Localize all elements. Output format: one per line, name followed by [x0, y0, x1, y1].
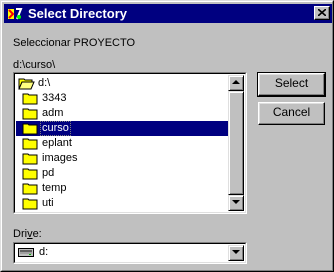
drive-select[interactable]: d:	[13, 242, 247, 264]
tree-item-curso[interactable]: curso	[16, 121, 228, 136]
drive-value-text: d:	[39, 246, 49, 258]
drive-label-prefix: Dri	[13, 228, 28, 240]
scroll-down-button[interactable]	[228, 195, 244, 211]
vertical-scrollbar[interactable]	[228, 75, 244, 211]
tree-item-pd[interactable]: pd	[22, 166, 55, 181]
chevron-down-icon	[232, 250, 240, 254]
directory-tree: d:\ 3343 adm curso eplant images pd temp…	[16, 75, 228, 211]
title-bar[interactable]: Select Directory	[4, 4, 332, 23]
tree-item-eplant[interactable]: eplant	[22, 136, 73, 151]
folder-icon	[22, 168, 38, 180]
tree-item-temp[interactable]: temp	[22, 181, 67, 196]
close-button[interactable]	[314, 6, 330, 20]
tree-item-label: pd	[42, 167, 55, 179]
folder-icon	[22, 108, 38, 120]
tree-item-label: eplant	[42, 137, 72, 149]
window-title: Select Directory	[28, 6, 127, 21]
tree-item-root[interactable]: d:\	[18, 76, 51, 91]
drive-dropdown-button[interactable]	[228, 245, 244, 261]
cancel-button[interactable]: Cancel	[258, 102, 325, 125]
tree-item-label: 3343	[42, 92, 67, 104]
tree-item-3343[interactable]: 3343	[22, 91, 67, 106]
tree-item-label: d:\	[38, 77, 51, 89]
arrow-down-icon	[232, 200, 240, 204]
directory-list[interactable]: d:\ 3343 adm curso eplant images pd temp…	[13, 72, 247, 214]
tree-item-label: temp	[42, 182, 67, 194]
tree-item-label: curso	[40, 121, 71, 136]
drive-icon	[18, 247, 34, 257]
drive-label: Drive:	[13, 228, 42, 241]
select-button[interactable]: Select	[257, 72, 326, 97]
folder-icon	[22, 93, 38, 105]
open-folder-icon	[18, 78, 35, 90]
app-icon	[8, 8, 23, 20]
scroll-up-button[interactable]	[228, 75, 244, 91]
tree-item-images[interactable]: images	[22, 151, 78, 166]
select-directory-dialog: Select Directory Seleccionar PROYECTO d:…	[0, 0, 334, 272]
current-path: d:\curso\	[13, 59, 56, 71]
close-icon	[318, 9, 326, 16]
folder-icon	[22, 138, 38, 150]
tree-item-label: uti	[42, 197, 54, 209]
folder-icon	[22, 198, 38, 210]
tree-item-label: images	[42, 152, 78, 164]
folder-icon	[22, 183, 38, 195]
scroll-thumb[interactable]	[228, 91, 244, 195]
folder-icon	[22, 123, 38, 135]
arrow-up-icon	[232, 80, 240, 84]
folder-icon	[22, 153, 38, 165]
tree-item-adm[interactable]: adm	[22, 106, 64, 121]
tree-item-label: adm	[42, 107, 64, 119]
drive-value: d:	[18, 246, 48, 258]
prompt-label: Seleccionar PROYECTO	[13, 37, 136, 49]
tree-item-uti[interactable]: uti	[22, 196, 55, 211]
drive-label-suffix: e:	[32, 228, 42, 240]
